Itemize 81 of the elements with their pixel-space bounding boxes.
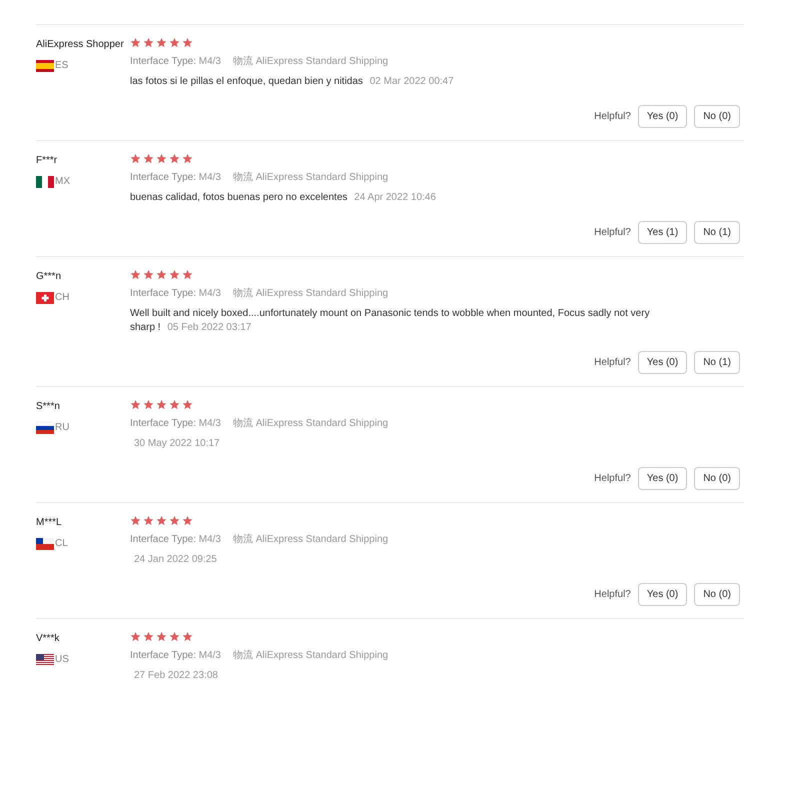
star-icon [182, 269, 193, 280]
reviewer-name: M***L [36, 516, 63, 530]
reviewer-name: V***k [36, 632, 60, 646]
flag-icon [36, 538, 54, 550]
review-date: 27 Feb 2022 23:08 [134, 670, 218, 681]
shipping-text: 物流 AliExpress Standard Shipping [232, 286, 388, 301]
reviewer-name: S***n [36, 400, 61, 414]
star-icon [156, 631, 167, 642]
attribute-text: Interface Type: M4/3 [130, 649, 221, 663]
flag-icon [36, 422, 54, 434]
no-button[interactable]: No (1) [694, 221, 740, 244]
helpful-label: Helpful? [594, 472, 631, 486]
attribute-text: Interface Type: M4/3 [130, 417, 221, 431]
shipping-text: 物流 AliExpress Standard Shipping [232, 170, 388, 185]
country-code: RU [55, 421, 70, 435]
star-icon [130, 153, 141, 164]
helpful-label: Helpful? [594, 110, 631, 124]
reviewer-name: F***r [36, 154, 58, 168]
review-date: 30 May 2022 10:17 [134, 438, 220, 449]
attribute-text: Interface Type: M4/3 [130, 533, 221, 547]
star-icon [169, 631, 180, 642]
shipping-text: 物流 AliExpress Standard Shipping [232, 648, 388, 663]
shipping-text: 物流 AliExpress Standard Shipping [232, 532, 388, 547]
star-icon [130, 399, 141, 410]
yes-button[interactable]: Yes (0) [638, 351, 688, 374]
review-date: 24 Jan 2022 09:25 [134, 554, 217, 565]
reviewer-name: AliExpress Shopper [36, 38, 125, 52]
star-icon [143, 631, 154, 642]
star-icon [169, 399, 180, 410]
star-icon [143, 37, 154, 48]
no-button[interactable]: No (0) [694, 583, 740, 606]
yes-button[interactable]: Yes (0) [638, 467, 688, 490]
helpful-label: Helpful? [594, 356, 631, 370]
star-icon [156, 399, 167, 410]
star-icon [143, 399, 154, 410]
star-icon [130, 631, 141, 642]
star-icon [130, 37, 141, 48]
no-button[interactable]: No (0) [694, 105, 740, 128]
shipping-text: 物流 AliExpress Standard Shipping [232, 54, 388, 69]
country-code: CH [55, 291, 70, 305]
star-icon [169, 153, 180, 164]
review-text: buenas calidad, fotos buenas pero no excelentes 24 Apr 2022 10:46 [130, 191, 437, 205]
star-icon [182, 631, 193, 642]
star-icon [156, 153, 167, 164]
star-icon [169, 37, 180, 48]
attribute-text: Interface Type: M4/3 [130, 55, 221, 69]
star-icon [182, 153, 193, 164]
star-icon [130, 515, 141, 526]
star-icon [143, 153, 154, 164]
star-icon [169, 515, 180, 526]
star-icon [169, 269, 180, 280]
country-code: CL [55, 537, 68, 551]
star-icon [182, 515, 193, 526]
star-icon [143, 269, 154, 280]
attribute-text: Interface Type: M4/3 [130, 171, 221, 185]
star-icon [130, 269, 141, 280]
flag-icon [36, 176, 54, 188]
flag-icon [36, 654, 54, 666]
reviewer-name: G***n [36, 270, 62, 284]
helpful-label: Helpful? [594, 588, 631, 602]
no-button[interactable]: No (1) [694, 351, 740, 374]
yes-button[interactable]: Yes (0) [638, 105, 688, 128]
review-text: Well built and nicely boxed....unfortunately mount on Panasonic tends to wobble when mounted, Focus sadly not very sharp ! 05 Feb 2022 03:17 [130, 307, 651, 335]
star-icon [156, 269, 167, 280]
country-code: MX [55, 175, 70, 189]
star-icon [182, 37, 193, 48]
star-icon [182, 399, 193, 410]
yes-button[interactable]: Yes (1) [638, 221, 688, 244]
helpful-label: Helpful? [594, 226, 631, 240]
country-code: ES [55, 59, 68, 73]
star-icon [156, 515, 167, 526]
flag-icon [36, 60, 54, 72]
star-icon [143, 515, 154, 526]
attribute-text: Interface Type: M4/3 [130, 287, 221, 301]
no-button[interactable]: No (0) [694, 467, 740, 490]
country-code: US [55, 653, 69, 667]
flag-icon [36, 292, 54, 304]
shipping-text: 物流 AliExpress Standard Shipping [232, 416, 388, 431]
review-text: las fotos si le pillas el enfoque, quedan bien y nitidas 02 Mar 2022 00:47 [130, 75, 455, 89]
star-icon [156, 37, 167, 48]
yes-button[interactable]: Yes (0) [638, 583, 688, 606]
